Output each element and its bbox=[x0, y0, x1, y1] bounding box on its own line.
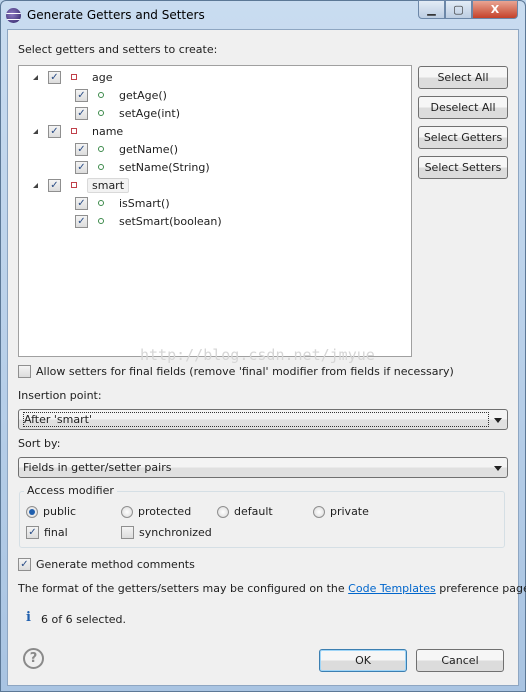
field-icon bbox=[71, 74, 77, 80]
insertion-point-select[interactable]: After 'smart' bbox=[18, 409, 508, 430]
access-radio-private[interactable]: private bbox=[313, 505, 369, 518]
maximize-icon: ▢ bbox=[453, 3, 464, 16]
info-icon: i bbox=[26, 610, 31, 625]
radio-button[interactable] bbox=[121, 505, 133, 518]
tree-item-method[interactable]: ✓ isSmart() bbox=[75, 194, 170, 212]
expand-arrow-icon[interactable] bbox=[33, 128, 38, 134]
access-radio-default[interactable]: default bbox=[217, 505, 273, 518]
field-label: age bbox=[92, 70, 113, 84]
access-modifier-group bbox=[19, 491, 505, 548]
select-all-button[interactable]: Select All bbox=[418, 66, 508, 89]
format-note-text-end: preference page. bbox=[435, 582, 526, 595]
eclipse-logo-icon bbox=[6, 7, 21, 23]
final-checkbox[interactable]: ✓ bbox=[26, 526, 39, 539]
window-title: Generate Getters and Setters bbox=[27, 8, 205, 22]
tree-item-method[interactable]: ✓ setName(String) bbox=[75, 158, 210, 176]
method-label: setName(String) bbox=[119, 160, 210, 174]
method-icon bbox=[98, 164, 104, 170]
access-modifier-title: Access modifier bbox=[24, 484, 117, 497]
close-icon: X bbox=[490, 3, 500, 16]
method-checkbox[interactable]: ✓ bbox=[75, 106, 88, 120]
allow-setters-label: Allow setters for final fields (remove '… bbox=[36, 365, 454, 378]
synchronized-label: synchronized bbox=[139, 526, 212, 539]
member-tree[interactable]: ✓ age ✓ getAge() ✓ setAge(int) ✓ name ✓ getName()… bbox=[18, 65, 412, 357]
method-icon bbox=[98, 218, 104, 224]
help-icon[interactable]: ? bbox=[23, 648, 44, 669]
synchronized-option[interactable]: synchronized bbox=[121, 526, 212, 539]
field-label: name bbox=[92, 124, 124, 138]
radio-button[interactable] bbox=[313, 505, 325, 518]
tree-item-field[interactable]: ✓ name bbox=[33, 122, 123, 140]
method-checkbox[interactable]: ✓ bbox=[75, 196, 88, 210]
method-label: getName() bbox=[119, 142, 179, 156]
allow-setters-checkbox[interactable] bbox=[18, 365, 31, 378]
method-label: getAge() bbox=[119, 88, 167, 102]
close-button[interactable]: X bbox=[472, 0, 518, 19]
generate-comments-checkbox[interactable]: ✓ bbox=[18, 558, 31, 571]
synchronized-checkbox[interactable] bbox=[121, 526, 134, 539]
chevron-down-icon bbox=[494, 418, 502, 423]
insertion-point-value: After 'smart' bbox=[23, 412, 489, 427]
final-label: final bbox=[44, 526, 68, 539]
method-icon bbox=[98, 200, 104, 206]
access-radio-protected[interactable]: protected bbox=[121, 505, 191, 518]
select-getters-button[interactable]: Select Getters bbox=[418, 126, 508, 149]
insertion-point-label: Insertion point: bbox=[18, 389, 102, 402]
sort-by-value: Fields in getter/setter pairs bbox=[23, 461, 172, 474]
expand-arrow-icon[interactable] bbox=[33, 74, 38, 80]
cancel-button[interactable]: Cancel bbox=[416, 649, 504, 672]
title-bar: Generate Getters and Setters bbox=[6, 4, 406, 26]
field-checkbox[interactable]: ✓ bbox=[48, 178, 61, 192]
expand-arrow-icon[interactable] bbox=[33, 182, 38, 188]
tree-item-method[interactable]: ✓ setAge(int) bbox=[75, 104, 180, 122]
tree-item-method[interactable]: ✓ setSmart(boolean) bbox=[75, 212, 222, 230]
method-label: setAge(int) bbox=[119, 106, 181, 120]
generate-comments-option[interactable]: ✓ Generate method comments bbox=[18, 558, 195, 571]
format-note-text: The format of the getters/setters may be… bbox=[18, 582, 349, 595]
method-checkbox[interactable]: ✓ bbox=[75, 142, 88, 156]
radio-button[interactable] bbox=[26, 505, 38, 518]
watermark: http://blog.csdn.net/jmyue bbox=[140, 346, 375, 364]
radio-label: private bbox=[330, 505, 369, 518]
tree-item-method[interactable]: ✓ getName() bbox=[75, 140, 178, 158]
method-icon bbox=[98, 92, 104, 98]
tree-label: Select getters and setters to create: bbox=[18, 43, 218, 56]
method-icon bbox=[98, 146, 104, 152]
final-option[interactable]: ✓ final bbox=[26, 526, 68, 539]
radio-label: public bbox=[43, 505, 77, 518]
code-templates-link[interactable]: Code Templates bbox=[348, 582, 436, 595]
field-checkbox[interactable]: ✓ bbox=[48, 70, 61, 84]
status-message: 6 of 6 selected. bbox=[41, 613, 127, 626]
method-label: setSmart(boolean) bbox=[119, 214, 222, 228]
minimize-button[interactable]: ▁ bbox=[418, 0, 445, 19]
field-label: smart bbox=[87, 177, 130, 193]
select-setters-button[interactable]: Select Setters bbox=[418, 156, 508, 179]
tree-item-field[interactable]: ✓ smart bbox=[33, 176, 130, 194]
radio-button[interactable] bbox=[217, 505, 229, 518]
generate-comments-label: Generate method comments bbox=[36, 558, 195, 571]
allow-setters-option[interactable]: Allow setters for final fields (remove '… bbox=[18, 365, 454, 378]
ok-button[interactable]: OK bbox=[319, 649, 407, 672]
format-note: The format of the getters/setters may be… bbox=[18, 582, 526, 595]
method-checkbox[interactable]: ✓ bbox=[75, 214, 88, 228]
method-label: isSmart() bbox=[119, 196, 170, 210]
tree-item-field[interactable]: ✓ age bbox=[33, 68, 113, 86]
method-checkbox[interactable]: ✓ bbox=[75, 88, 88, 102]
chevron-down-icon bbox=[494, 466, 502, 471]
method-icon bbox=[98, 110, 104, 116]
sort-by-select[interactable]: Fields in getter/setter pairs bbox=[18, 457, 508, 478]
field-checkbox[interactable]: ✓ bbox=[48, 124, 61, 138]
method-checkbox[interactable]: ✓ bbox=[75, 160, 88, 174]
tree-item-method[interactable]: ✓ getAge() bbox=[75, 86, 167, 104]
field-icon bbox=[71, 128, 77, 134]
radio-label: protected bbox=[138, 505, 192, 518]
access-radio-public[interactable]: public bbox=[26, 505, 76, 518]
deselect-all-button[interactable]: Deselect All bbox=[418, 96, 508, 119]
minimize-icon: ▁ bbox=[427, 3, 436, 16]
sort-by-label: Sort by: bbox=[18, 437, 61, 450]
field-icon bbox=[71, 182, 77, 188]
maximize-button[interactable]: ▢ bbox=[445, 0, 472, 19]
radio-label: default bbox=[234, 505, 273, 518]
